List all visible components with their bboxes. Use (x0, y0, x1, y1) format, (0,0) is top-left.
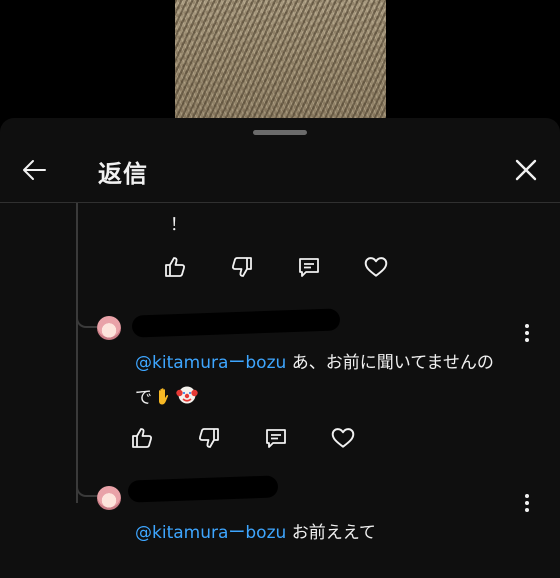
close-button[interactable] (508, 152, 544, 188)
reply-text-continued: で (135, 383, 198, 411)
mention-link[interactable]: @kitamuraーbozu (135, 523, 286, 543)
dislike-button[interactable] (192, 421, 226, 455)
reply-text: @kitamuraーbozu お前ええて (135, 523, 376, 543)
header-divider (0, 202, 560, 203)
video-thumbnail (175, 0, 386, 120)
thumb-up-icon (132, 428, 153, 448)
reply-comment-icon (299, 258, 319, 277)
more-vertical-icon (525, 324, 529, 328)
drag-handle[interactable] (253, 130, 307, 135)
close-icon (515, 159, 537, 181)
more-options-button[interactable] (515, 318, 539, 348)
heart-icon (364, 257, 388, 277)
clown-face-emoji (176, 384, 198, 411)
like-button[interactable] (125, 421, 159, 455)
reply-button[interactable] (292, 250, 326, 284)
dislike-button[interactable] (225, 250, 259, 284)
raised-hand-emoji (154, 386, 174, 411)
heart-button[interactable] (326, 421, 360, 455)
panel-title: 返信 (98, 160, 148, 188)
avatar[interactable] (97, 316, 121, 340)
mention-link[interactable]: @kitamuraーbozu (135, 353, 286, 373)
heart-button[interactable] (359, 250, 393, 284)
more-options-button[interactable] (515, 488, 539, 518)
replies-header: 返信 (0, 140, 560, 202)
thread-line (76, 203, 78, 503)
thread-elbow (76, 312, 98, 328)
reply-text: ！ (170, 215, 187, 235)
heart-icon (331, 428, 355, 448)
reply-button[interactable] (259, 421, 293, 455)
reply-actions (158, 250, 426, 284)
thread-elbow (76, 481, 98, 497)
thumb-up-icon (165, 257, 186, 277)
reply-actions (125, 421, 393, 455)
reply-text: @kitamuraーbozu あ、お前に聞いてませんの (135, 353, 494, 373)
arrow-left-icon (23, 160, 46, 180)
back-button[interactable] (16, 152, 52, 188)
avatar[interactable] (97, 486, 121, 510)
more-vertical-icon (525, 494, 529, 498)
video-player-area[interactable] (0, 0, 560, 120)
reply-comment-icon (266, 429, 286, 448)
thumb-down-icon (231, 257, 252, 277)
like-button[interactable] (158, 250, 192, 284)
thumb-down-icon (198, 428, 219, 448)
